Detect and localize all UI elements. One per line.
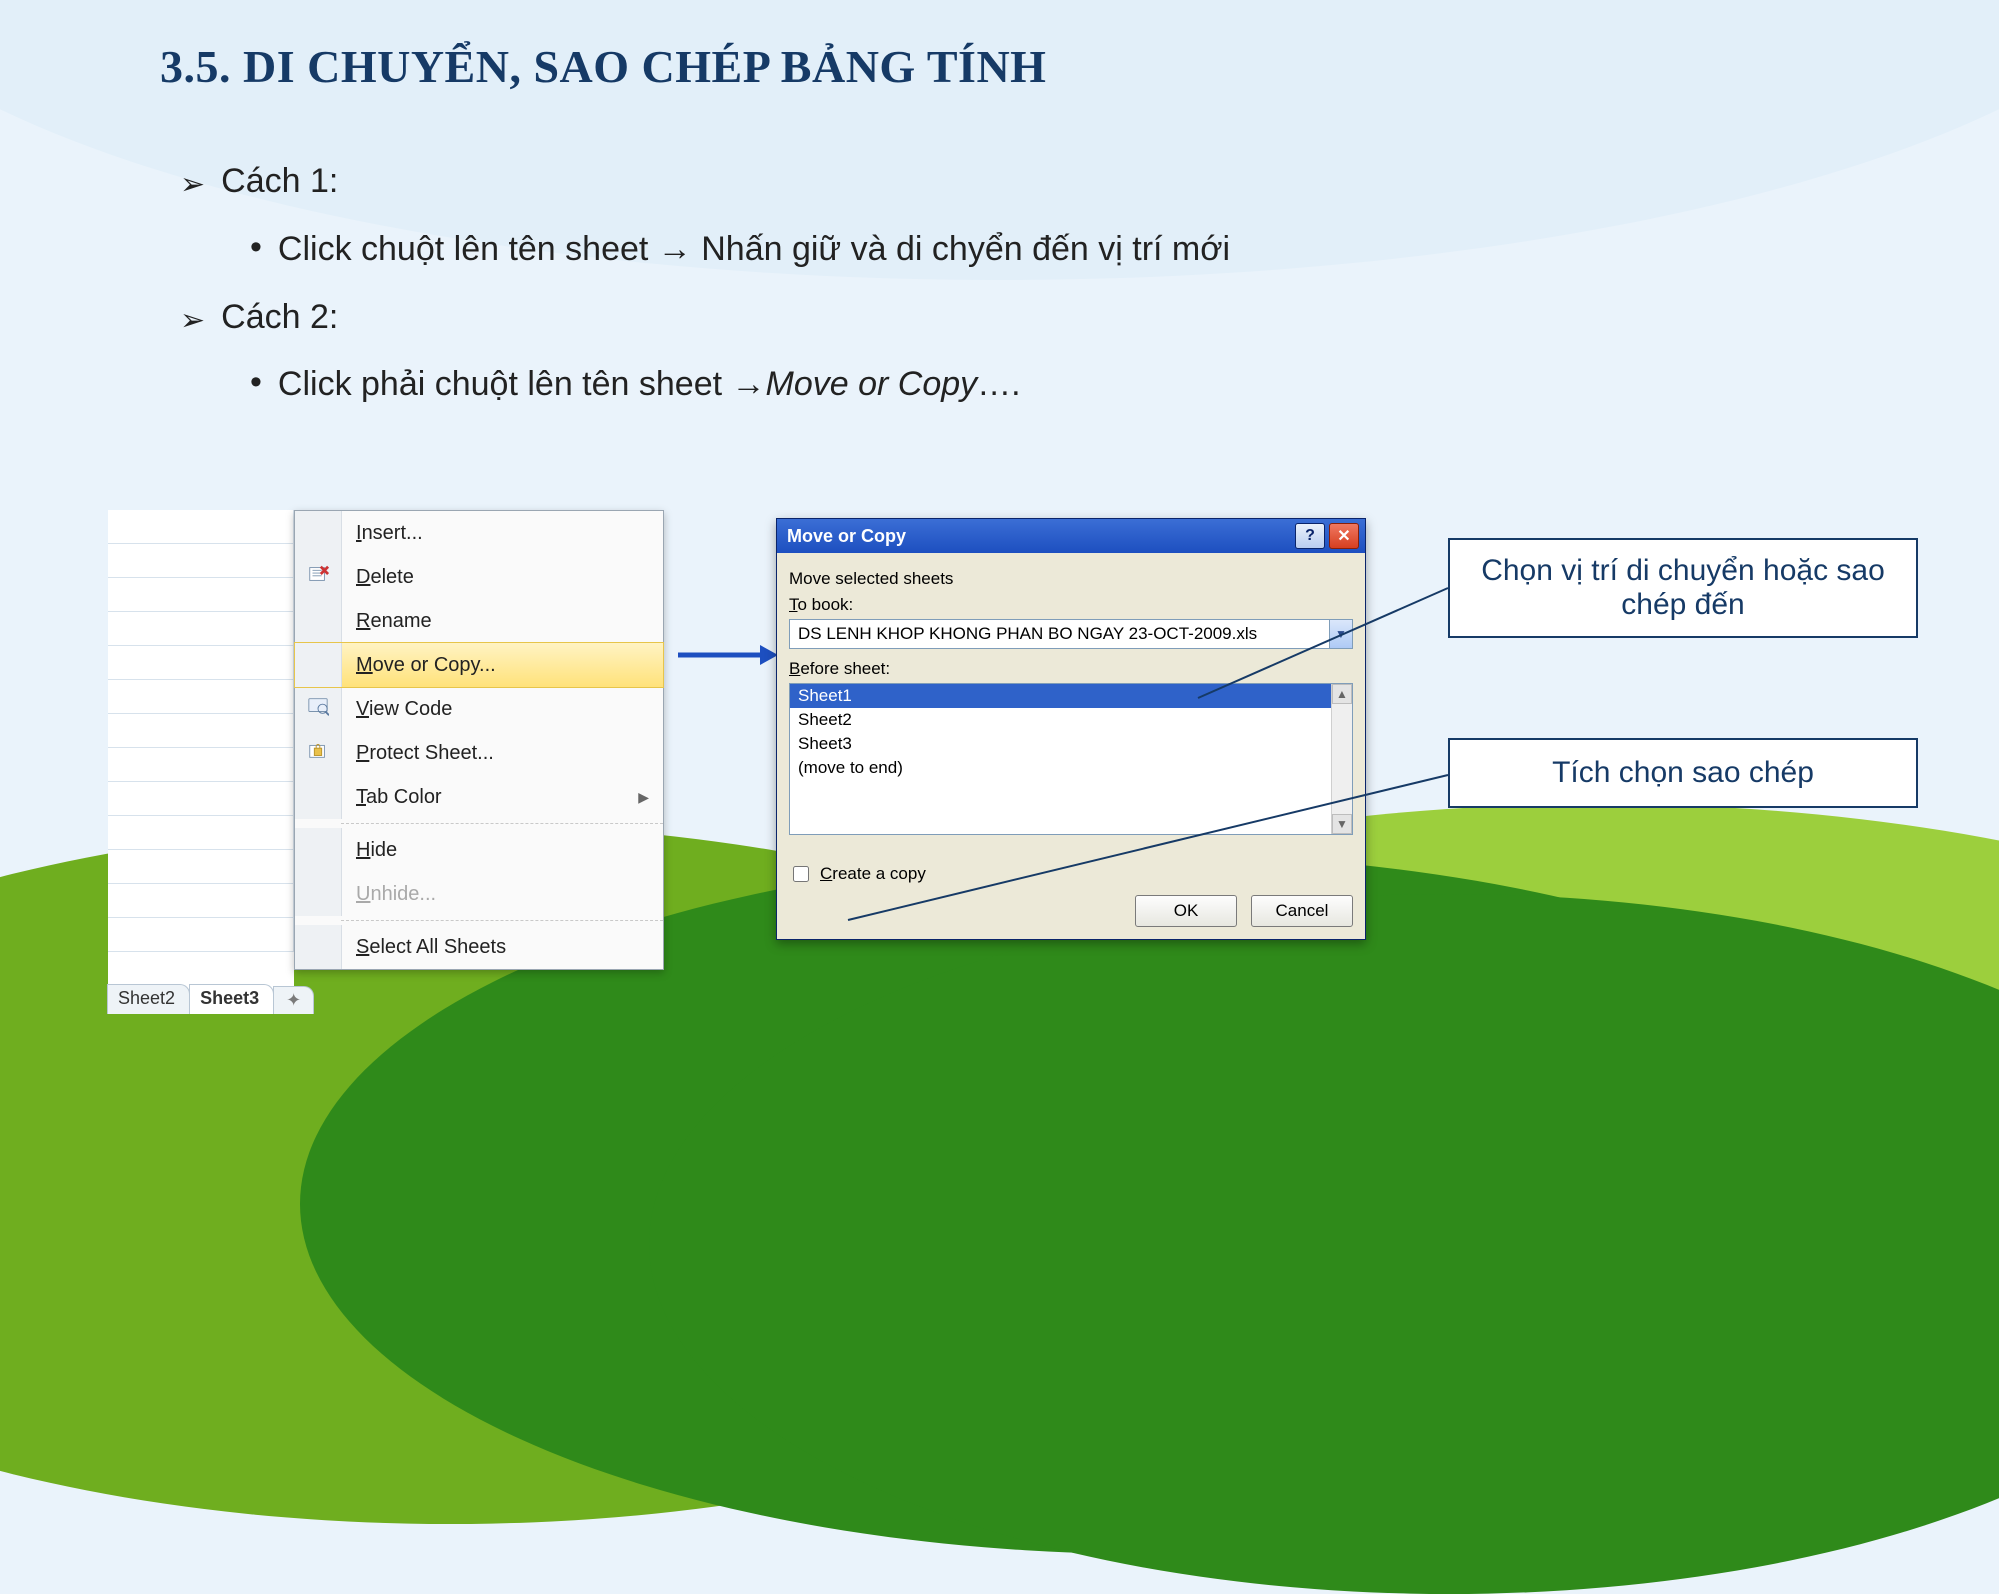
list-item[interactable]: Sheet2 — [790, 708, 1352, 732]
menu-item-protect-sheet[interactable]: Protect Sheet... — [295, 731, 663, 775]
close-button[interactable]: ✕ — [1329, 523, 1359, 549]
arrow-right-icon — [678, 640, 778, 670]
delete-sheet-icon — [307, 563, 329, 591]
chevron-right-icon: ➢ — [180, 159, 205, 217]
sheet-tab-bar: Sheet2 Sheet3 ✦ — [108, 984, 314, 1014]
dot-icon: • — [250, 219, 262, 277]
menu-item-move-or-copy[interactable]: Move or Copy... — [295, 643, 663, 687]
bullet-c1: Cách 1: — [221, 153, 338, 211]
menu-item-unhide: Unhide... — [295, 872, 663, 916]
list-item[interactable]: Sheet3 — [790, 732, 1352, 756]
lock-icon — [307, 739, 329, 767]
worksheet-cells — [108, 510, 294, 1000]
callout-copy-checkbox: Tích chọn sao chép — [1448, 738, 1918, 808]
menu-separator — [341, 823, 663, 824]
submenu-arrow-icon: ▶ — [638, 789, 649, 806]
menu-item-tab-color[interactable]: Tab Color▶ — [295, 775, 663, 819]
close-icon: ✕ — [1337, 526, 1350, 546]
menu-item-delete[interactable]: Delete — [295, 555, 663, 599]
chevron-right-icon: ➢ — [180, 295, 205, 353]
leader-line — [848, 775, 1458, 925]
bullet-c2: Cách 2: — [221, 289, 338, 347]
menu-item-hide[interactable]: Hide — [295, 828, 663, 872]
menu-item-select-all-sheets[interactable]: Select All Sheets — [295, 925, 663, 969]
slide-title: 3.5. DI CHUYỂN, SAO CHÉP BẢNG TÍNH — [160, 40, 1879, 93]
help-button[interactable]: ? — [1295, 523, 1325, 549]
bullet-c2-step: Click phải chuột lên tên sheet →Move or … — [278, 356, 1021, 414]
dialog-label: Move selected sheets — [789, 569, 1353, 589]
arrow-right-icon: → — [658, 230, 692, 268]
slide-body: ➢ Cách 1: • Click chuột lên tên sheet → … — [160, 153, 1879, 414]
leader-line — [1198, 588, 1458, 708]
new-sheet-tab-icon[interactable]: ✦ — [273, 986, 314, 1014]
arrow-right-icon: → — [732, 365, 766, 403]
view-code-icon — [307, 695, 329, 723]
bullet-c1-step: Click chuột lên tên sheet → Nhấn giữ và … — [278, 221, 1230, 279]
help-icon: ? — [1305, 527, 1315, 545]
dialog-title: Move or Copy — [787, 526, 906, 547]
excel-context-screenshot: Insert... Delete Rename Move or — [108, 510, 668, 1020]
menu-separator — [341, 920, 663, 921]
create-copy-checkbox[interactable] — [793, 866, 809, 882]
sheet-context-menu: Insert... Delete Rename Move or — [294, 510, 664, 970]
callout-destination: Chọn vị trí di chuyển hoặc sao chép đến — [1448, 538, 1918, 638]
menu-item-insert[interactable]: Insert... — [295, 511, 663, 555]
menu-item-view-code[interactable]: View Code — [295, 687, 663, 731]
dot-icon: • — [250, 354, 262, 412]
sheet-tab[interactable]: Sheet2 — [107, 984, 190, 1014]
sheet-tab-active[interactable]: Sheet3 — [189, 984, 274, 1014]
menu-item-rename[interactable]: Rename — [295, 599, 663, 643]
